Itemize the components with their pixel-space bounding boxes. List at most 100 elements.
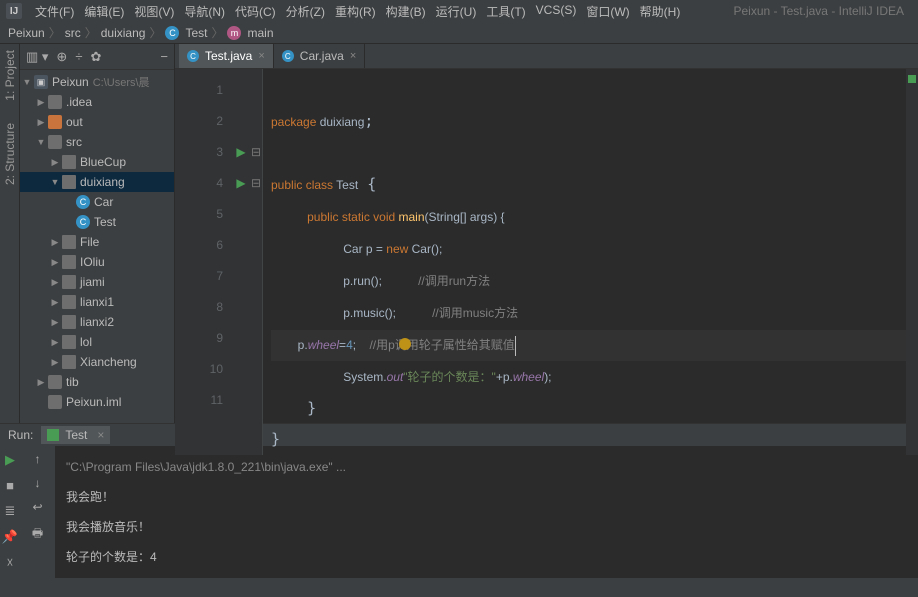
line-numbers: 1234567891011 bbox=[175, 69, 231, 455]
folder-icon bbox=[48, 135, 62, 149]
package-icon bbox=[62, 275, 76, 289]
menu-item[interactable]: 帮助(H) bbox=[635, 1, 686, 22]
package-icon bbox=[62, 335, 76, 349]
menu-item[interactable]: 导航(N) bbox=[179, 1, 230, 22]
project-icon: ▣ bbox=[34, 75, 48, 89]
hide-icon[interactable]: − bbox=[160, 49, 168, 64]
left-tool-stripe: 1: Project 2: Structure bbox=[0, 44, 20, 423]
package-icon bbox=[62, 295, 76, 309]
run-line-icon[interactable]: ▶ bbox=[236, 176, 245, 190]
collapse-icon[interactable]: ÷ bbox=[75, 49, 82, 64]
menu-item[interactable]: 窗口(W) bbox=[581, 1, 634, 22]
tree-root[interactable]: ▼▣ PeixunC:\Users\晨 bbox=[20, 72, 174, 92]
tree-node[interactable]: ▼duixiang bbox=[20, 172, 174, 192]
breadcrumb-method[interactable]: main bbox=[247, 26, 273, 40]
package-icon bbox=[62, 235, 76, 249]
close-icon[interactable]: × bbox=[258, 50, 264, 62]
error-stripe[interactable] bbox=[906, 69, 918, 455]
class-icon: C bbox=[76, 215, 90, 229]
project-tool-tab[interactable]: 1: Project bbox=[1, 48, 19, 103]
run-line-icon[interactable]: ▶ bbox=[236, 145, 245, 159]
code-editor[interactable]: package duixiang; public class Test { pu… bbox=[263, 69, 906, 455]
folder-icon bbox=[48, 95, 62, 109]
method-icon: m bbox=[227, 26, 241, 40]
project-tree[interactable]: ▼▣ PeixunC:\Users\晨 ▶.idea▶out▼src▶BlueC… bbox=[20, 70, 174, 414]
gear-icon[interactable]: ✿ bbox=[90, 49, 101, 65]
run-config-icon bbox=[47, 429, 59, 441]
package-icon bbox=[62, 155, 76, 169]
pin-icon[interactable]: 📌 bbox=[2, 529, 18, 545]
package-icon bbox=[62, 355, 76, 369]
target-icon[interactable]: ⊕ bbox=[56, 49, 67, 65]
breadcrumb-item[interactable]: src bbox=[65, 26, 81, 40]
folder-icon bbox=[48, 395, 62, 409]
text-caret bbox=[515, 336, 516, 356]
rerun-icon[interactable]: ▶ bbox=[5, 452, 15, 468]
app-logo-icon: IJ bbox=[6, 3, 22, 19]
package-icon bbox=[62, 315, 76, 329]
trash-icon[interactable]: ☓ bbox=[7, 555, 14, 571]
menu-item[interactable]: 构建(B) bbox=[381, 1, 431, 22]
menu-item[interactable]: 编辑(E) bbox=[79, 1, 129, 22]
tree-node[interactable]: ▶File bbox=[20, 232, 174, 252]
class-icon: C bbox=[76, 195, 90, 209]
navigation-bar: Peixun 〉 src 〉 duixiang 〉 C Test 〉 m mai… bbox=[0, 22, 918, 44]
tree-node[interactable]: ▶tib bbox=[20, 372, 174, 392]
run-config-tab[interactable]: Test× bbox=[41, 426, 110, 444]
menu-item[interactable]: 文件(F) bbox=[30, 1, 79, 22]
down-icon[interactable]: ↓ bbox=[35, 476, 41, 490]
stop-icon[interactable]: ■ bbox=[6, 478, 14, 493]
breadcrumb-item[interactable]: duixiang bbox=[101, 26, 146, 40]
menu-item[interactable]: 视图(V) bbox=[129, 1, 179, 22]
editor-tab[interactable]: CCar.java× bbox=[274, 44, 365, 68]
breadcrumb-project[interactable]: Peixun bbox=[8, 26, 45, 40]
structure-tool-tab[interactable]: 2: Structure bbox=[1, 121, 19, 187]
menu-item[interactable]: 分析(Z) bbox=[281, 1, 330, 22]
breadcrumb-class[interactable]: Test bbox=[185, 26, 207, 40]
menu-item[interactable]: 工具(T) bbox=[481, 1, 530, 22]
tree-node[interactable]: ▶out bbox=[20, 112, 174, 132]
chevron-right-icon: 〉 bbox=[149, 24, 161, 41]
editor-area: CTest.java×CCar.java× 1234567891011 ▶▶ ⊟… bbox=[175, 44, 918, 423]
tree-node[interactable]: CTest bbox=[20, 212, 174, 232]
tree-node[interactable]: ▶IOliu bbox=[20, 252, 174, 272]
warning-icon[interactable] bbox=[399, 338, 411, 350]
tree-node[interactable]: ▶lol bbox=[20, 332, 174, 352]
run-panel-label: Run: bbox=[8, 428, 33, 442]
wrap-icon[interactable]: ↩ bbox=[32, 500, 42, 514]
menu-item[interactable]: 重构(R) bbox=[330, 1, 381, 22]
console-actions-gutter: ↑ ↓ ↩ 🖶 bbox=[20, 446, 56, 578]
editor-tabs: CTest.java×CCar.java× bbox=[175, 44, 918, 69]
sidebar-toolbar: ▥ ▾ ⊕ ÷ ✿ − bbox=[20, 44, 174, 70]
tree-node[interactable]: ▶.idea bbox=[20, 92, 174, 112]
tree-node[interactable]: CCar bbox=[20, 192, 174, 212]
window-title: Peixun - Test.java - IntelliJ IDEA bbox=[733, 4, 912, 18]
console-output[interactable]: "C:\Program Files\Java\jdk1.8.0_221\bin\… bbox=[56, 446, 918, 578]
layout-icon[interactable]: ≣ bbox=[5, 503, 16, 519]
chevron-right-icon: 〉 bbox=[211, 24, 223, 41]
menu-item[interactable]: 运行(U) bbox=[431, 1, 482, 22]
print-icon[interactable]: 🖶 bbox=[32, 524, 43, 545]
project-sidebar: ▥ ▾ ⊕ ÷ ✿ − ▼▣ PeixunC:\Users\晨 ▶.idea▶o… bbox=[20, 44, 175, 423]
close-icon[interactable]: × bbox=[350, 50, 356, 62]
console-line: 我会跑！ bbox=[66, 482, 908, 512]
tree-node[interactable]: ▶jiami bbox=[20, 272, 174, 292]
tree-node[interactable]: ▼src bbox=[20, 132, 174, 152]
run-gutter: ▶▶ bbox=[231, 69, 251, 455]
project-view-combo[interactable]: ▥ ▾ bbox=[26, 49, 48, 65]
class-icon: C bbox=[282, 50, 294, 62]
folder-icon bbox=[48, 375, 62, 389]
tree-node[interactable]: ▶lianxi2 bbox=[20, 312, 174, 332]
menu-item[interactable]: 代码(C) bbox=[230, 1, 281, 22]
editor-tab[interactable]: CTest.java× bbox=[179, 44, 274, 68]
tree-node[interactable]: ▶BlueCup bbox=[20, 152, 174, 172]
chevron-right-icon: 〉 bbox=[85, 24, 97, 41]
menu-item[interactable]: VCS(S) bbox=[531, 1, 582, 22]
tree-node[interactable]: ▶Xiancheng bbox=[20, 352, 174, 372]
menu-bar: IJ 文件(F)编辑(E)视图(V)导航(N)代码(C)分析(Z)重构(R)构建… bbox=[0, 0, 918, 22]
chevron-right-icon: 〉 bbox=[49, 24, 61, 41]
tree-node[interactable]: ▶lianxi1 bbox=[20, 292, 174, 312]
tree-node[interactable]: Peixun.iml bbox=[20, 392, 174, 412]
console-line: 我会播放音乐！ bbox=[66, 512, 908, 542]
up-icon[interactable]: ↑ bbox=[35, 452, 41, 466]
